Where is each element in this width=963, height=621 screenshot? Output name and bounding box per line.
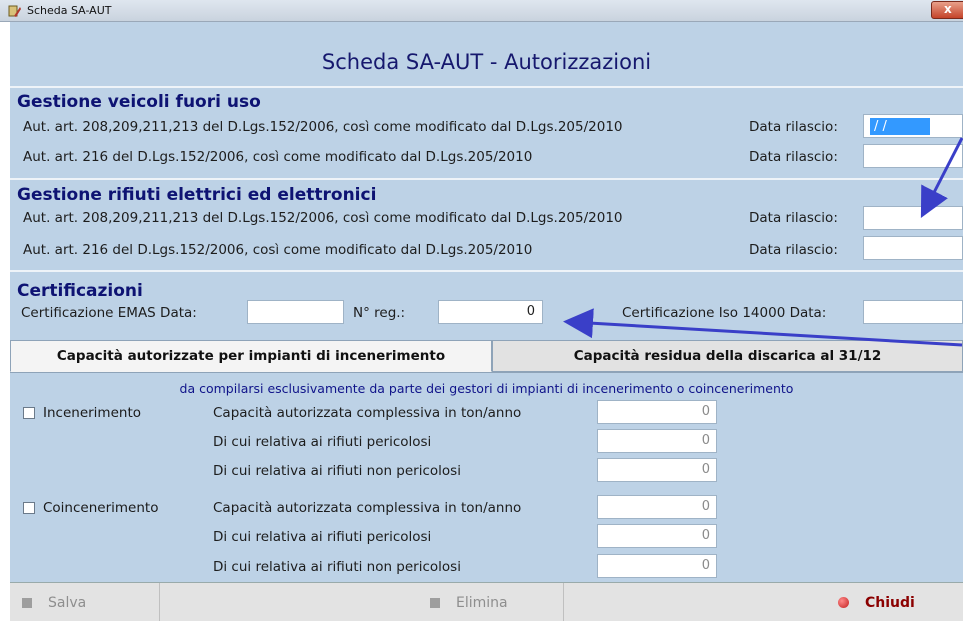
- panel-note: da compilarsi esclusivamente da parte de…: [179, 381, 794, 396]
- cap-row-label: Di cui relativa ai rifiuti pericolosi: [213, 434, 432, 450]
- close-button[interactable]: Chiudi: [828, 583, 963, 621]
- cap-field[interactable]: 0: [597, 400, 717, 424]
- section-title-veicoli: Gestione veicoli fuori uso: [17, 92, 261, 112]
- cap-row-label: Capacità autorizzata complessiva in ton/…: [213, 500, 522, 516]
- footer-toolbar: Salva Elimina Chiudi: [10, 582, 963, 621]
- tab-capacita-autorizzate[interactable]: Capacità autorizzate per impianti di inc…: [10, 340, 492, 372]
- iso-date-field[interactable]: [863, 300, 963, 324]
- save-icon: [22, 597, 32, 608]
- veicoli-row2-date-label: Data rilascio:: [749, 149, 838, 165]
- rifiuti-row1-date-label: Data rilascio:: [749, 210, 838, 226]
- window-close-button[interactable]: x: [931, 1, 963, 19]
- section-title-rifiuti: Gestione rifiuti elettrici ed elettronic…: [17, 185, 377, 205]
- incenerimento-label: Incenerimento: [43, 405, 141, 421]
- checkbox-box[interactable]: [23, 407, 35, 419]
- cap-row-label: Di cui relativa ai rifiuti non pericolos…: [213, 463, 461, 479]
- veicoli-row1-date-value: / /: [870, 118, 930, 135]
- cap-field[interactable]: 0: [597, 458, 717, 482]
- cap-row-label: Di cui relativa ai rifiuti pericolosi: [213, 529, 432, 545]
- emas-date-field[interactable]: [247, 300, 344, 324]
- close-icon: [838, 597, 849, 608]
- iso-date-label: Certificazione Iso 14000 Data:: [622, 305, 827, 321]
- divider: [10, 178, 963, 180]
- rifiuti-row1-date-field[interactable]: [863, 206, 963, 230]
- rifiuti-row2-label: Aut. art. 216 del D.Lgs.152/2006, così c…: [23, 242, 533, 258]
- window-title: Scheda SA-AUT: [27, 4, 112, 17]
- tab-capacita-residua[interactable]: Capacità residua della discarica al 31/1…: [492, 340, 963, 372]
- title-bar: Scheda SA-AUT x: [0, 0, 963, 22]
- veicoli-row2-label: Aut. art. 216 del D.Lgs.152/2006, così c…: [23, 149, 533, 165]
- rifiuti-row2-date-label: Data rilascio:: [749, 242, 838, 258]
- rifiuti-row2-date-field[interactable]: [863, 236, 963, 260]
- rifiuti-row1-label: Aut. art. 208,209,211,213 del D.Lgs.152/…: [23, 210, 623, 226]
- coincenerimento-checkbox[interactable]: Coincenerimento: [23, 500, 158, 516]
- veicoli-row2-date-field[interactable]: [863, 144, 963, 168]
- incenerimento-checkbox[interactable]: Incenerimento: [23, 405, 141, 421]
- tab-panel: da compilarsi esclusivamente da parte de…: [10, 372, 963, 582]
- cap-row-label: Di cui relativa ai rifiuti non pericolos…: [213, 559, 461, 575]
- cap-row-label: Capacità autorizzata complessiva in ton/…: [213, 405, 522, 421]
- delete-button[interactable]: Elimina: [160, 583, 564, 621]
- veicoli-row1-date-field[interactable]: / /: [863, 114, 963, 138]
- app-icon: [8, 5, 21, 17]
- close-label: Chiudi: [865, 594, 915, 611]
- save-label: Salva: [48, 594, 87, 611]
- veicoli-row1-date-label: Data rilascio:: [749, 119, 838, 135]
- form-heading: Scheda SA-AUT - Autorizzazioni: [10, 22, 963, 88]
- checkbox-box[interactable]: [23, 502, 35, 514]
- delete-icon: [430, 597, 440, 608]
- nreg-label: N° reg.:: [353, 305, 406, 321]
- page-title: Scheda SA-AUT - Autorizzazioni: [321, 50, 652, 74]
- cap-field[interactable]: 0: [597, 524, 717, 548]
- delete-label: Elimina: [456, 594, 508, 611]
- veicoli-row1-label: Aut. art. 208,209,211,213 del D.Lgs.152/…: [23, 119, 623, 135]
- section-title-certificazioni: Certificazioni: [17, 281, 143, 301]
- divider: [10, 270, 963, 272]
- cap-field[interactable]: 0: [597, 554, 717, 578]
- coincenerimento-label: Coincenerimento: [43, 500, 159, 516]
- cap-field[interactable]: 0: [597, 429, 717, 453]
- form-window: Scheda SA-AUT - Autorizzazioni Gestione …: [10, 22, 963, 621]
- save-button[interactable]: Salva: [10, 583, 160, 621]
- cap-field[interactable]: 0: [597, 495, 717, 519]
- nreg-field[interactable]: 0: [438, 300, 543, 324]
- emas-date-label: Certificazione EMAS Data:: [21, 305, 197, 321]
